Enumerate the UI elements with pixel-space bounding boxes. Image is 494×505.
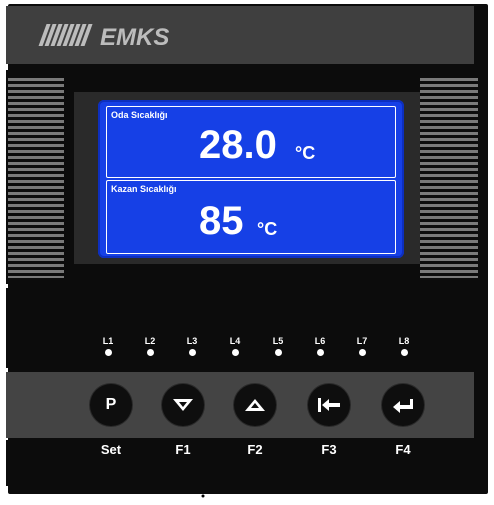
led-dot-icon <box>358 349 366 356</box>
led-l6: L6 <box>310 336 330 356</box>
brand-header: EMKS <box>6 6 474 64</box>
vent-stripes-right <box>420 78 478 278</box>
f4-enter-button[interactable] <box>382 384 424 426</box>
set-label: Set <box>100 442 122 457</box>
led-indicator-band <box>6 288 474 368</box>
room-temperature-unit: °C <box>295 143 316 163</box>
led-dot-icon <box>188 349 196 356</box>
led-l3: L3 <box>182 336 202 356</box>
f1-down-button[interactable] <box>162 384 204 426</box>
p-set-button[interactable]: P <box>90 384 132 426</box>
f2-up-button[interactable] <box>234 384 276 426</box>
led-l4: L4 <box>225 336 245 356</box>
emks-logo: EMKS <box>38 24 169 50</box>
logo-text: EMKS <box>100 24 169 50</box>
led-dot-icon <box>400 349 408 356</box>
led-dot-icon <box>104 349 112 356</box>
boiler-temperature-label: Kazan Sıcaklığı <box>111 184 177 194</box>
up-triangle-icon <box>245 399 265 411</box>
led-dot-icon <box>231 349 239 356</box>
led-dot-icon <box>274 349 282 356</box>
f3-label: F3 <box>321 442 337 457</box>
f3-back-button[interactable] <box>308 384 350 426</box>
boiler-temperature-panel: Kazan Sıcaklığı 85 °C <box>106 180 396 254</box>
lcd-screen: Oda Sıcaklığı 28.0 °C Kazan Sıcaklığı 85… <box>98 100 404 258</box>
led-l2: L2 <box>140 336 160 356</box>
back-arrow-icon <box>318 398 340 412</box>
led-dot-icon <box>316 349 324 356</box>
f4-label: F4 <box>395 442 411 457</box>
led-l1: L1 <box>98 336 118 356</box>
down-triangle-icon <box>173 399 193 411</box>
led-l7: L7 <box>352 336 372 356</box>
led-dot-icon <box>146 349 154 356</box>
room-temperature-value: 28.0 <box>199 123 277 167</box>
enter-arrow-icon <box>393 399 413 413</box>
boiler-temperature-unit: °C <box>257 219 278 239</box>
stray-mark <box>201 494 205 498</box>
room-temperature-label: Oda Sıcaklığı <box>111 110 168 120</box>
room-temperature-panel: Oda Sıcaklığı 28.0 °C <box>106 106 396 178</box>
led-l8: L8 <box>394 336 414 356</box>
led-l5: L5 <box>268 336 288 356</box>
f2-label: F2 <box>247 442 263 457</box>
boiler-temperature-value: 85 <box>199 199 244 243</box>
p-letter-icon: P <box>105 396 117 413</box>
f1-label: F1 <box>175 442 191 457</box>
vent-stripes-left <box>8 78 64 278</box>
